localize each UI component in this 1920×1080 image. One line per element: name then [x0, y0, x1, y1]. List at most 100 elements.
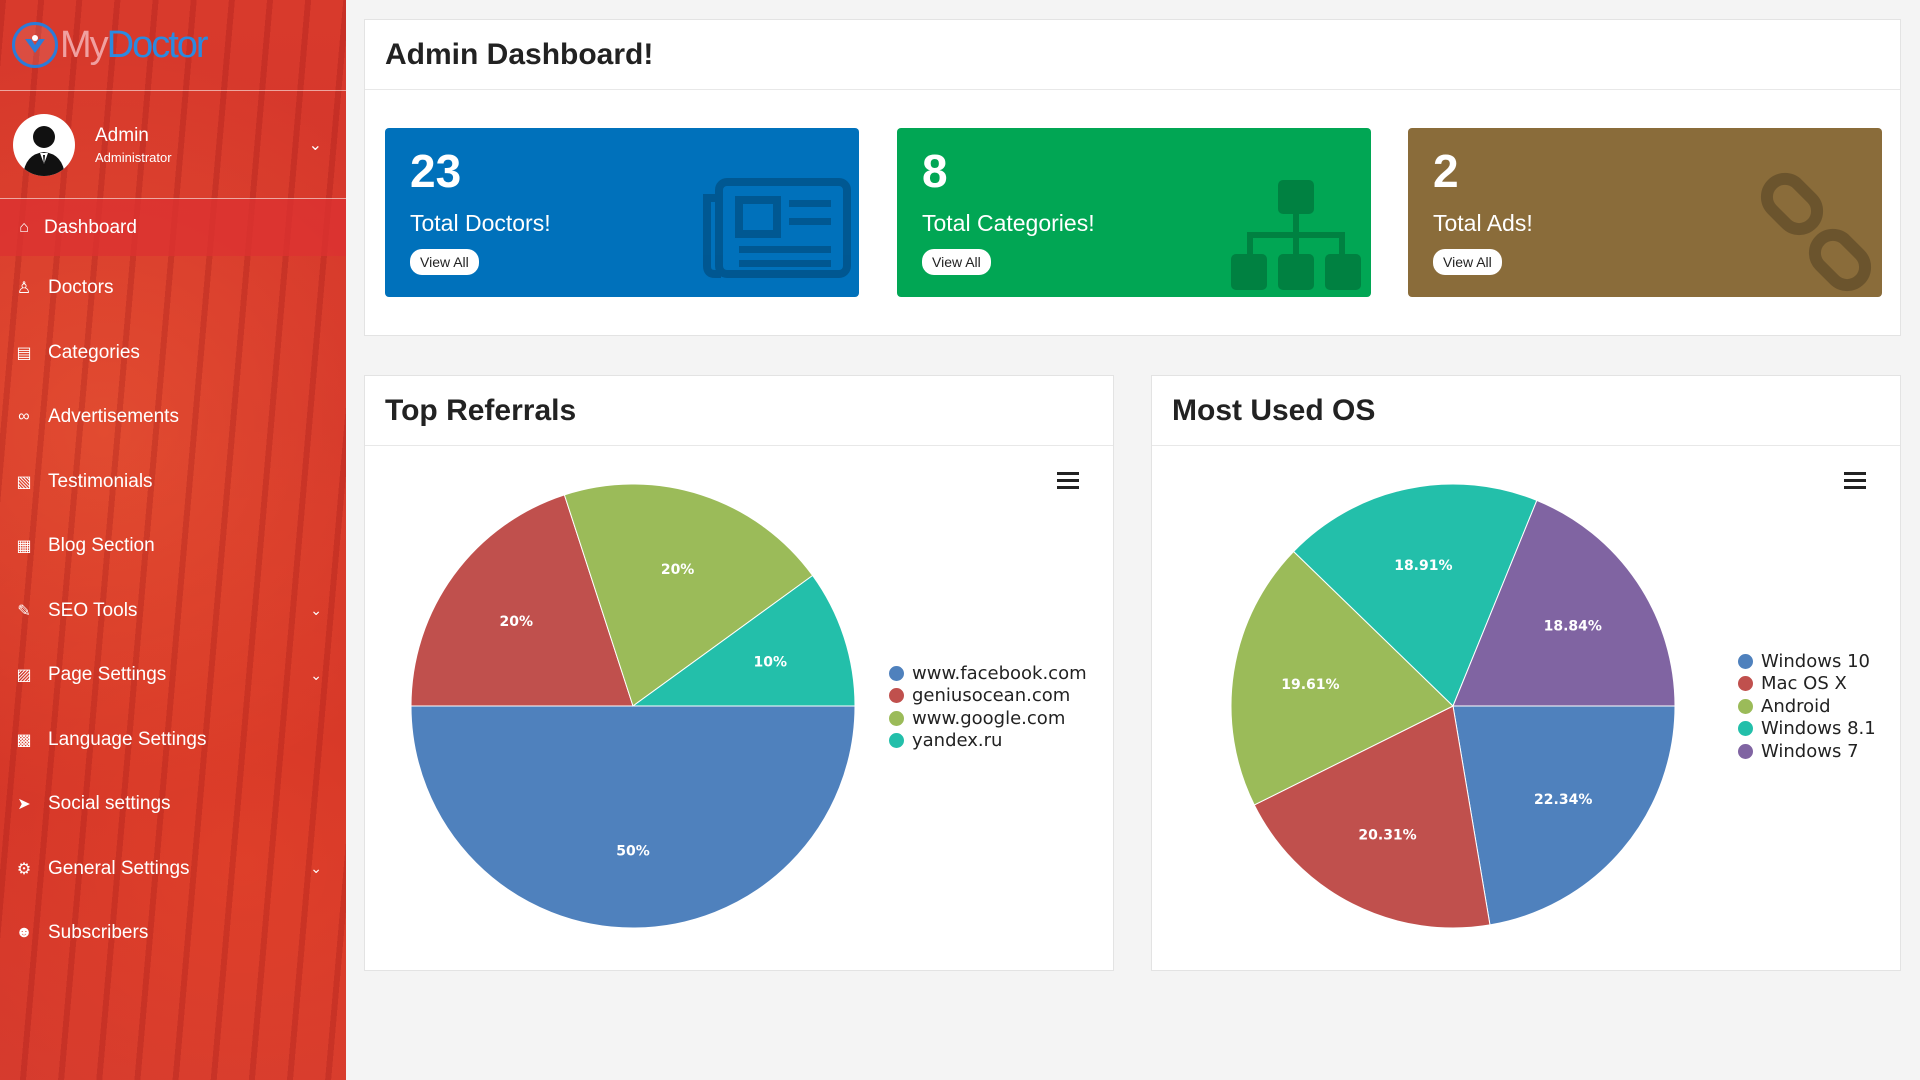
- chain-icon: [1760, 172, 1872, 292]
- legend-item[interactable]: www.facebook.com: [889, 662, 1087, 685]
- sidebar-item-blog-section[interactable]: ▦ Blog Section: [0, 514, 346, 579]
- sidebar-item-dashboard[interactable]: ⌂ Dashboard: [0, 199, 346, 256]
- legend-label: yandex.ru: [912, 730, 1003, 752]
- user-md-icon: ♙: [16, 280, 32, 298]
- paper-plane-icon: ➤: [17, 796, 31, 814]
- legend-label: Mac OS X: [1761, 673, 1847, 695]
- users-icon: ☻: [15, 924, 33, 942]
- user-role: Administrator: [95, 149, 172, 165]
- brand-name: MyDoctor: [60, 23, 209, 66]
- chart-title: Top Referrals: [385, 393, 577, 427]
- legend-label: www.facebook.com: [912, 662, 1087, 684]
- clipboard-icon: ▤: [16, 344, 32, 362]
- slice-label: 20%: [500, 614, 534, 630]
- language-icon: ▩: [16, 731, 32, 749]
- pie-slice[interactable]: [1452, 705, 1676, 926]
- home-icon: ⌂: [19, 218, 29, 236]
- legend-dot-icon: [889, 665, 904, 681]
- legend-label: Windows 10: [1761, 650, 1870, 672]
- sidebar-item-advertisements[interactable]: ∞ Advertisements: [0, 385, 346, 450]
- slice-label: 20.31%: [1358, 828, 1416, 844]
- sidebar-item-general-settings[interactable]: ⚙ General Settings ⌄: [0, 837, 346, 902]
- image-file-icon: ▧: [16, 473, 32, 491]
- sidebar-item-language-settings[interactable]: ▩ Language Settings: [0, 708, 346, 773]
- os-legend: Windows 10 Mac OS X Android Windows 8.1 Wind…: [1738, 650, 1876, 763]
- page-title: Admin Dashboard!: [385, 37, 654, 71]
- slice-label: 22.34%: [1534, 792, 1592, 808]
- brand-logo-icon: [12, 22, 58, 68]
- slice-label: 18.91%: [1394, 558, 1452, 574]
- view-all-ads-button[interactable]: View All: [1433, 249, 1502, 275]
- dashboard-panel: Admin Dashboard! 23 Total Doctors! View …: [364, 19, 1901, 336]
- view-all-categories-button[interactable]: View All: [922, 249, 991, 275]
- legend-item[interactable]: Windows 8.1: [1738, 718, 1876, 741]
- sidebar-item-doctors[interactable]: ♙ Doctors: [0, 256, 346, 321]
- legend-item[interactable]: geniusocean.com: [889, 685, 1087, 708]
- chevron-down-icon[interactable]: ⌄: [309, 135, 322, 155]
- legend-dot-icon: [889, 733, 904, 749]
- legend-label: Android: [1761, 695, 1831, 717]
- slice-label: 10%: [753, 654, 787, 670]
- sidebar-item-label: Categories: [48, 341, 140, 363]
- sitemap-icon: [1231, 180, 1361, 290]
- file-text-icon: ▦: [16, 538, 32, 556]
- legend-item[interactable]: yandex.ru: [889, 730, 1087, 753]
- cogs-icon: ⚙: [16, 860, 32, 878]
- sidebar-item-label: General Settings: [48, 857, 190, 879]
- legend-label: Windows 7: [1761, 740, 1859, 762]
- top-referrals-panel: Top Referrals 50% 20% 20% 10% www.facebook.…: [364, 375, 1114, 971]
- slice-label: 19.61%: [1281, 677, 1339, 693]
- sidebar-item-label: Social settings: [48, 793, 171, 815]
- sidebar-item-label: Blog Section: [48, 535, 155, 557]
- sidebar: MyDoctor Admin Administrator ⌄ ⌂ Dashboar…: [0, 0, 346, 1080]
- most-used-os-panel: Most Used OS 22.34% 20.31% 19.61% 18.91% 18.…: [1151, 375, 1901, 971]
- sidebar-item-subscribers[interactable]: ☻ Subscribers: [0, 901, 346, 966]
- legend-dot-icon: [1738, 653, 1753, 669]
- view-all-doctors-button[interactable]: View All: [410, 249, 479, 275]
- link-icon: ∞: [18, 408, 30, 426]
- sidebar-item-testimonials[interactable]: ▧ Testimonials: [0, 450, 346, 515]
- sidebar-item-label: Language Settings: [48, 728, 207, 750]
- legend-item[interactable]: Windows 10: [1738, 650, 1876, 673]
- chevron-down-icon[interactable]: ⌄: [310, 860, 322, 877]
- sidebar-item-seo-tools[interactable]: ✎ SEO Tools ⌄: [0, 579, 346, 644]
- chart-header: Top Referrals: [365, 376, 1113, 446]
- chart-header: Most Used OS: [1152, 376, 1900, 446]
- legend-item[interactable]: Android: [1738, 695, 1876, 718]
- chevron-down-icon[interactable]: ⌄: [310, 602, 322, 619]
- page-settings-icon: ▨: [16, 667, 32, 685]
- dashboard-header: Admin Dashboard!: [365, 20, 1900, 90]
- sidebar-item-page-settings[interactable]: ▨ Page Settings ⌄: [0, 643, 346, 708]
- sidebar-item-label: Dashboard: [44, 216, 137, 238]
- slice-label: 20%: [661, 562, 695, 578]
- stat-card-ads: 2 Total Ads! View All: [1408, 128, 1882, 297]
- legend-item[interactable]: www.google.com: [889, 707, 1087, 730]
- sidebar-item-label: Advertisements: [48, 406, 179, 428]
- legend-item[interactable]: Mac OS X: [1738, 673, 1876, 696]
- sidebar-item-label: SEO Tools: [48, 599, 138, 621]
- legend-dot-icon: [1738, 743, 1753, 759]
- chart-title: Most Used OS: [1172, 393, 1376, 427]
- referrals-legend: www.facebook.com geniusocean.com www.googl…: [889, 662, 1087, 752]
- avatar: [13, 113, 75, 176]
- newspaper-icon: [703, 178, 851, 278]
- legend-label: www.google.com: [912, 707, 1066, 729]
- legend-label: Windows 8.1: [1761, 718, 1876, 740]
- sidebar-nav: ⌂ Dashboard ♙ Doctors ▤ Categories ∞ Advertisem…: [0, 199, 346, 966]
- legend-label: geniusocean.com: [912, 685, 1071, 707]
- sidebar-item-label: Doctors: [48, 277, 114, 299]
- stat-card-doctors: 23 Total Doctors! View All: [385, 128, 859, 297]
- pie-slice[interactable]: [410, 705, 856, 929]
- user-profile[interactable]: Admin Administrator ⌄: [0, 91, 346, 199]
- sidebar-item-categories[interactable]: ▤ Categories: [0, 321, 346, 386]
- sidebar-item-label: Page Settings: [48, 664, 167, 686]
- legend-dot-icon: [1738, 721, 1753, 737]
- sidebar-item-social-settings[interactable]: ➤ Social settings: [0, 772, 346, 837]
- user-info: Admin Administrator: [95, 125, 172, 165]
- chevron-down-icon[interactable]: ⌄: [310, 667, 322, 684]
- legend-dot-icon: [1738, 676, 1753, 692]
- user-name: Admin: [95, 124, 149, 146]
- slice-label: 50%: [616, 843, 650, 859]
- legend-item[interactable]: Windows 7: [1738, 740, 1876, 763]
- brand[interactable]: MyDoctor: [0, 0, 346, 91]
